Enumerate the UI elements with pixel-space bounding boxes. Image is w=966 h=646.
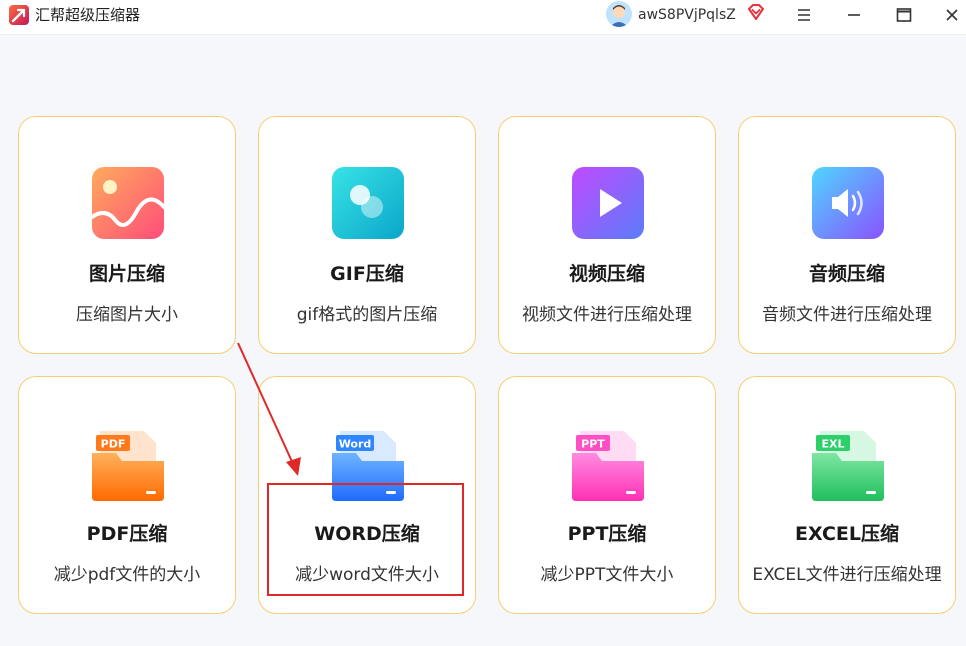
card-title: PDF压缩 xyxy=(86,523,168,545)
card-title: PPT压缩 xyxy=(567,523,647,545)
card-title: 音频压缩 xyxy=(808,263,885,285)
pdf-folder-icon: PDF xyxy=(92,431,164,501)
card-description: 减少pdf文件的大小 xyxy=(53,565,201,585)
close-icon xyxy=(946,9,958,21)
card-title: EXCEL压缩 xyxy=(795,523,899,545)
card-gif-compress[interactable]: GIF压缩 gif格式的图片压缩 xyxy=(258,116,476,354)
card-audio-compress[interactable]: 音频压缩 音频文件进行压缩处理 xyxy=(738,116,956,354)
card-description: 音频文件进行压缩处理 xyxy=(762,305,932,325)
gif-icon xyxy=(332,167,404,239)
app-logo-icon xyxy=(9,5,29,25)
icon-badge: PPT xyxy=(581,438,605,451)
word-folder-icon: Word xyxy=(332,431,404,501)
title-bar: 汇帮超级压缩器 awS8PVjPqlsZ xyxy=(0,0,966,35)
card-title: WORD压缩 xyxy=(314,523,420,545)
speaker-icon xyxy=(812,167,884,239)
hamburger-menu-icon xyxy=(798,9,810,21)
card-title: GIF压缩 xyxy=(330,263,404,285)
icon-badge: EXL xyxy=(821,438,844,451)
card-description: 视频文件进行压缩处理 xyxy=(522,305,692,325)
user-name[interactable]: awS8PVjPqlsZ xyxy=(638,6,736,24)
menu-button[interactable] xyxy=(784,0,824,30)
card-title: 图片压缩 xyxy=(88,263,165,285)
card-pdf-compress[interactable]: PDF PDF压缩 减少pdf文件的大小 xyxy=(18,376,236,614)
user-avatar[interactable] xyxy=(606,1,632,27)
close-button[interactable] xyxy=(932,0,966,30)
minimize-icon xyxy=(848,14,860,16)
maximize-icon xyxy=(896,8,912,22)
icon-badge: PDF xyxy=(101,438,126,451)
video-play-icon xyxy=(572,167,644,239)
card-excel-compress[interactable]: EXL EXCEL压缩 EXCEL文件进行压缩处理 xyxy=(738,376,956,614)
excel-folder-icon: EXL xyxy=(812,431,884,501)
card-title: 视频压缩 xyxy=(568,263,645,285)
image-icon xyxy=(90,167,166,239)
card-video-compress[interactable]: 视频压缩 视频文件进行压缩处理 xyxy=(498,116,716,354)
card-image-compress[interactable]: 图片压缩 压缩图片大小 xyxy=(18,116,236,354)
app-title: 汇帮超级压缩器 xyxy=(35,6,141,24)
maximize-button[interactable] xyxy=(884,0,924,30)
card-description: EXCEL文件进行压缩处理 xyxy=(752,565,942,585)
minimize-button[interactable] xyxy=(834,0,874,30)
card-description: gif格式的图片压缩 xyxy=(296,305,438,325)
ppt-folder-icon: PPT xyxy=(572,431,644,501)
card-ppt-compress[interactable]: PPT PPT压缩 减少PPT文件大小 xyxy=(498,376,716,614)
card-description: 减少word文件大小 xyxy=(295,565,439,585)
card-description: 压缩图片大小 xyxy=(76,305,178,325)
vip-diamond-icon[interactable] xyxy=(746,2,766,26)
icon-badge: Word xyxy=(339,438,372,451)
card-word-compress[interactable]: Word WORD压缩 减少word文件大小 xyxy=(258,376,476,614)
card-description: 减少PPT文件大小 xyxy=(540,565,674,585)
